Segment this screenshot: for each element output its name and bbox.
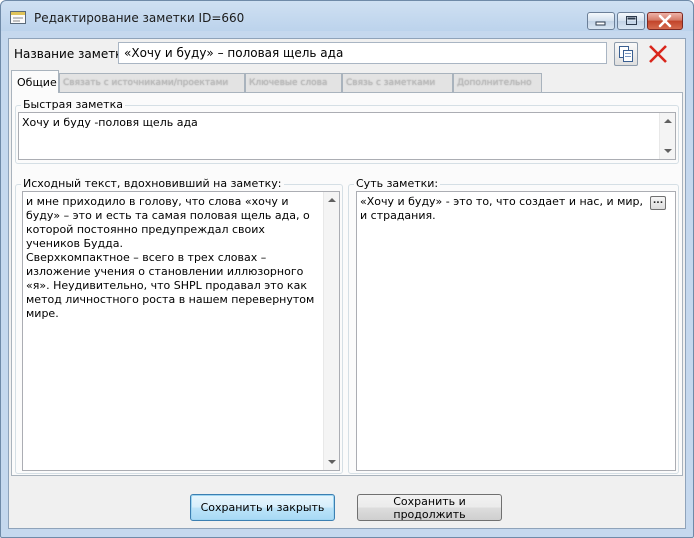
quick-note-label: Быстрая заметка: [21, 98, 125, 111]
quick-note-scrollbar[interactable]: [659, 113, 675, 159]
close-window-button[interactable]: [647, 12, 683, 30]
close-icon: [658, 14, 672, 28]
title-bar[interactable]: Редактирование заметки ID=660: [1, 1, 693, 31]
note-name-label: Название заметки:: [14, 47, 135, 61]
tab-additional[interactable]: Дополнительно: [453, 73, 542, 93]
essence-text: «Хочу и буду» - это то, что создает и на…: [360, 195, 644, 222]
copy-button[interactable]: [614, 42, 638, 66]
tab-panel-general: Быстрая заметка Хочу и буду -половя щель…: [11, 92, 683, 476]
tab-link-sources[interactable]: Связать с источниками/проектами: [59, 73, 245, 93]
minimize-icon: [595, 21, 606, 26]
maximize-button[interactable]: [617, 12, 645, 30]
scroll-up-arrow-icon[interactable]: [664, 119, 672, 123]
note-name-input[interactable]: [118, 42, 607, 64]
maximize-icon: [626, 16, 637, 25]
source-text-content: и мне приходило в голову, что слова «хоч…: [26, 195, 315, 320]
quick-note-group: Быстрая заметка Хочу и буду -половя щель…: [15, 98, 679, 164]
tab-general[interactable]: Общие: [11, 70, 59, 93]
note-edit-icon: [10, 11, 26, 24]
scroll-down-arrow-icon[interactable]: [328, 460, 336, 464]
client-area: Название заметки: Общие Связать с источн…: [8, 38, 686, 529]
source-text-label: Исходный текст, вдохновивший на заметку:: [21, 177, 284, 190]
tab-keywords[interactable]: Ключевые слова: [245, 73, 342, 93]
essence-label: Суть заметки:: [354, 177, 441, 190]
quick-note-textarea[interactable]: Хочу и буду -половя щель ада: [18, 112, 676, 160]
scroll-down-arrow-icon[interactable]: [664, 149, 672, 153]
copy-icon: [619, 46, 633, 62]
window-title: Редактирование заметки ID=660: [34, 11, 245, 25]
delete-button[interactable]: [646, 42, 670, 66]
source-text-group: Исходный текст, вдохновивший на заметку:…: [15, 177, 343, 474]
essence-textarea[interactable]: «Хочу и буду» - это то, что создает и на…: [356, 191, 676, 471]
essence-ellipsis-button[interactable]: ...: [650, 196, 666, 210]
quick-note-text: Хочу и буду -половя щель ада: [22, 116, 198, 129]
delete-x-icon: [649, 45, 667, 63]
essence-group: Суть заметки: «Хочу и буду» - это то, чт…: [348, 177, 679, 474]
source-text-textarea[interactable]: и мне приходило в голову, что слова «хоч…: [22, 191, 340, 471]
save-and-continue-button[interactable]: Сохранить и продолжить: [357, 494, 502, 521]
source-text-scrollbar[interactable]: [323, 192, 339, 470]
note-edit-window: Редактирование заметки ID=660 Название з…: [0, 0, 694, 538]
save-and-close-button[interactable]: Сохранить и закрыть: [190, 494, 335, 521]
tab-note-links[interactable]: Связь с заметками: [342, 73, 453, 93]
scroll-up-arrow-icon[interactable]: [328, 198, 336, 202]
minimize-button[interactable]: [587, 12, 615, 30]
